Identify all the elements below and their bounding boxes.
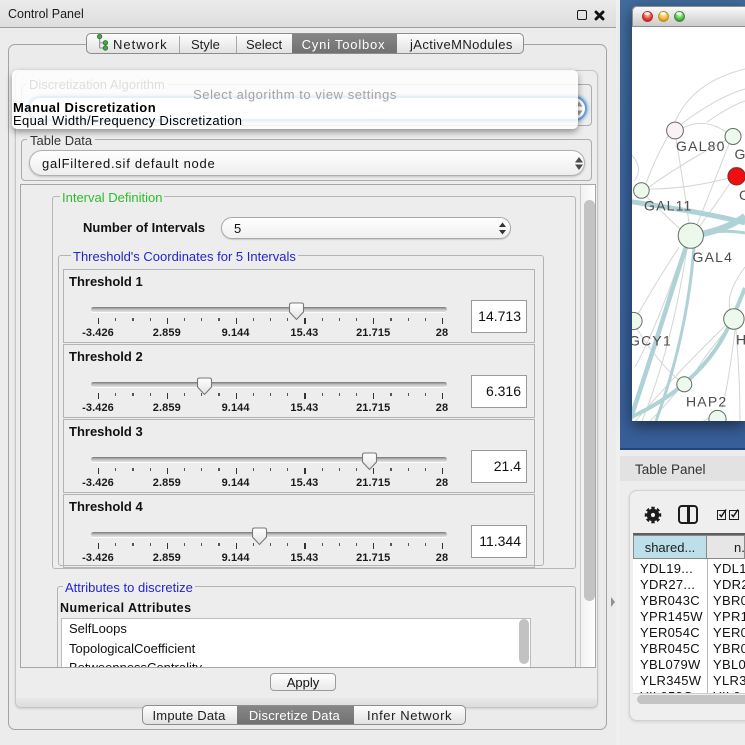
svg-text:GAL4: GAL4 (693, 249, 734, 265)
svg-text:GAL11: GAL11 (644, 198, 693, 214)
svg-text:H: H (736, 332, 745, 348)
svg-text:G.: G. (735, 146, 745, 162)
svg-text:HAP2: HAP2 (686, 394, 727, 410)
svg-text:GCY1: GCY1 (632, 333, 672, 349)
svg-text:C: C (739, 187, 745, 203)
svg-text:GAL80: GAL80 (676, 138, 726, 154)
